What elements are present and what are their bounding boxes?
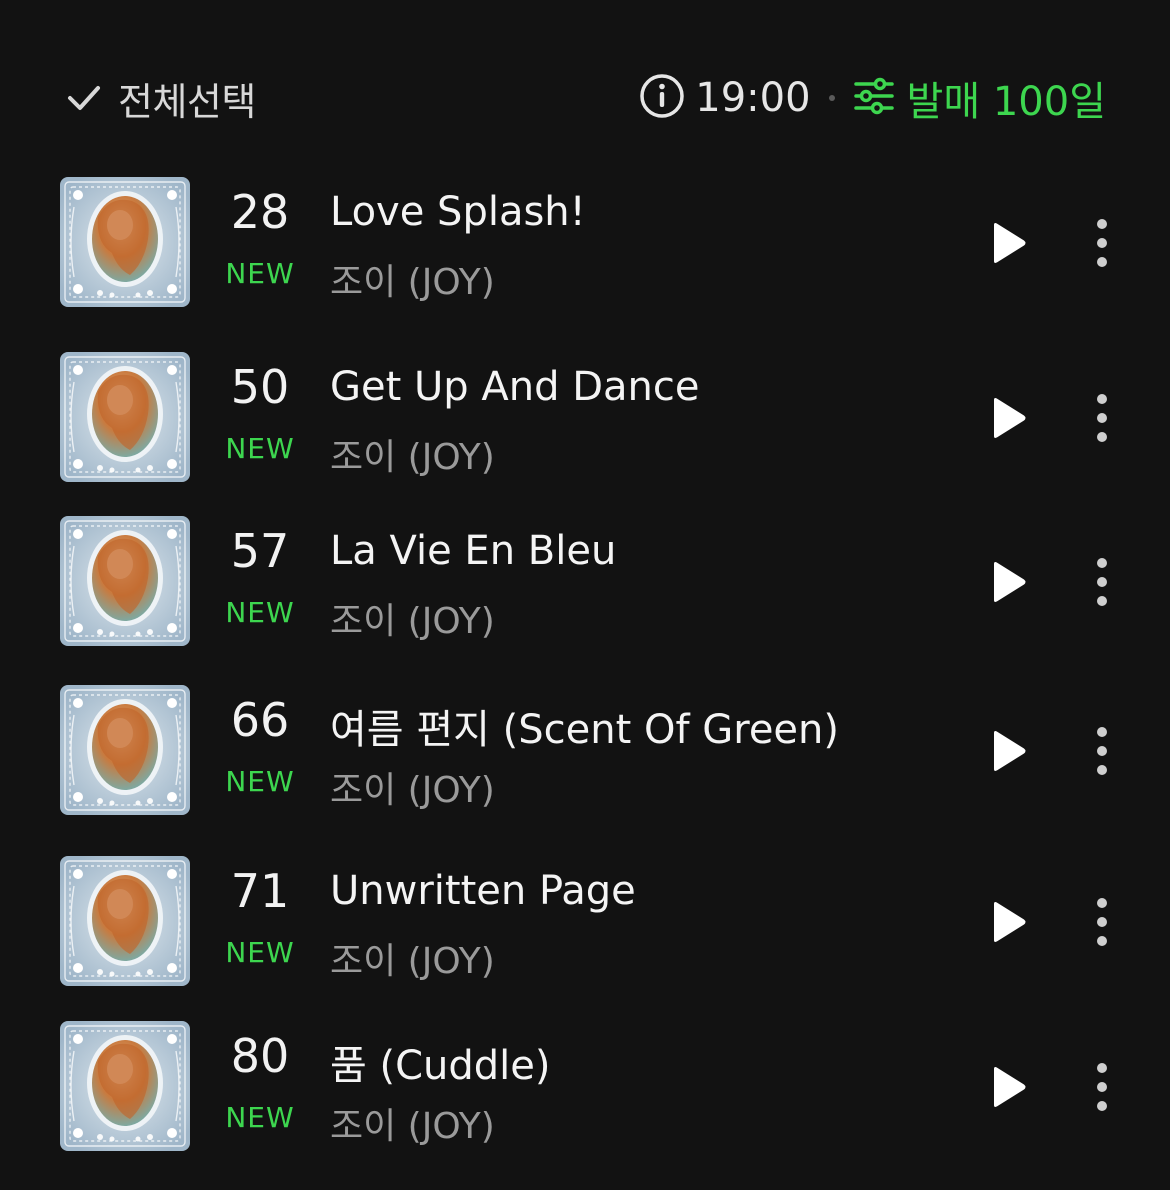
check-icon bbox=[64, 78, 104, 118]
album-cover[interactable] bbox=[60, 685, 190, 815]
more-options-button[interactable] bbox=[1078, 892, 1126, 956]
play-icon bbox=[988, 729, 1028, 777]
track-artist[interactable]: 조이 (JOY) bbox=[330, 592, 495, 644]
info-icon bbox=[639, 73, 685, 123]
track-title[interactable]: Get Up And Dance bbox=[330, 364, 699, 410]
album-cover[interactable] bbox=[60, 856, 190, 986]
new-badge: NEW bbox=[225, 432, 295, 465]
track-row[interactable]: 50 NEW Get Up And Dance 조이 (JOY) bbox=[0, 352, 1170, 502]
track-title[interactable]: Love Splash! bbox=[330, 189, 586, 235]
separator-dot bbox=[828, 95, 835, 101]
new-badge: NEW bbox=[225, 936, 295, 969]
more-vertical-icon bbox=[1095, 392, 1109, 448]
more-vertical-icon bbox=[1095, 725, 1109, 781]
more-vertical-icon bbox=[1095, 1061, 1109, 1117]
play-button[interactable] bbox=[980, 896, 1036, 952]
album-cover[interactable] bbox=[60, 177, 190, 307]
track-artist[interactable]: 조이 (JOY) bbox=[330, 253, 495, 305]
track-row[interactable]: 28 NEW Love Splash! 조이 (JOY) bbox=[0, 177, 1170, 327]
select-all-button[interactable]: 전체선택 bbox=[64, 58, 256, 138]
track-artist[interactable]: 조이 (JOY) bbox=[330, 932, 495, 984]
new-badge: NEW bbox=[225, 257, 295, 290]
right-tools: 19:00 발매 100일 bbox=[639, 58, 1106, 138]
more-options-button[interactable] bbox=[1078, 1057, 1126, 1121]
chart-update-time: 19:00 bbox=[695, 75, 811, 121]
track-row[interactable]: 71 NEW Unwritten Page 조이 (JOY) bbox=[0, 856, 1170, 1006]
track-rank: 57 bbox=[230, 524, 290, 578]
chart-info-button[interactable]: 19:00 bbox=[639, 73, 811, 123]
release-filter-button[interactable]: 발매 100일 bbox=[853, 69, 1106, 127]
play-button[interactable] bbox=[980, 725, 1036, 781]
play-icon bbox=[988, 396, 1028, 444]
track-artist[interactable]: 조이 (JOY) bbox=[330, 428, 495, 480]
track-title[interactable]: 여름 편지 (Scent Of Green) bbox=[330, 697, 839, 755]
more-options-button[interactable] bbox=[1078, 388, 1126, 452]
track-rank: 71 bbox=[230, 864, 290, 918]
track-rank: 80 bbox=[230, 1029, 290, 1083]
track-title[interactable]: Unwritten Page bbox=[330, 868, 636, 914]
album-cover[interactable] bbox=[60, 516, 190, 646]
more-options-button[interactable] bbox=[1078, 213, 1126, 277]
more-vertical-icon bbox=[1095, 217, 1109, 273]
track-artist[interactable]: 조이 (JOY) bbox=[330, 761, 495, 813]
play-icon bbox=[988, 900, 1028, 948]
play-button[interactable] bbox=[980, 1061, 1036, 1117]
more-options-button[interactable] bbox=[1078, 721, 1126, 785]
new-badge: NEW bbox=[225, 765, 295, 798]
play-button[interactable] bbox=[980, 392, 1036, 448]
album-cover[interactable] bbox=[60, 352, 190, 482]
select-all-label: 전체선택 bbox=[118, 79, 256, 124]
play-icon bbox=[988, 221, 1028, 269]
track-row[interactable]: 66 NEW 여름 편지 (Scent Of Green) 조이 (JOY) bbox=[0, 685, 1170, 835]
play-icon bbox=[988, 560, 1028, 608]
sliders-icon bbox=[853, 75, 895, 121]
track-title[interactable]: La Vie En Bleu bbox=[330, 528, 616, 574]
new-badge: NEW bbox=[225, 596, 295, 629]
play-icon bbox=[988, 1065, 1028, 1113]
more-options-button[interactable] bbox=[1078, 552, 1126, 616]
play-button[interactable] bbox=[980, 217, 1036, 273]
track-artist[interactable]: 조이 (JOY) bbox=[330, 1097, 495, 1149]
track-rank: 28 bbox=[230, 185, 290, 239]
track-rank: 66 bbox=[230, 693, 290, 747]
track-row[interactable]: 80 NEW 품 (Cuddle) 조이 (JOY) bbox=[0, 1021, 1170, 1171]
play-button[interactable] bbox=[980, 556, 1036, 612]
track-title[interactable]: 품 (Cuddle) bbox=[330, 1033, 551, 1091]
release-filter-label: 발매 100일 bbox=[906, 79, 1106, 125]
track-row[interactable]: 57 NEW La Vie En Bleu 조이 (JOY) bbox=[0, 516, 1170, 666]
album-cover[interactable] bbox=[60, 1021, 190, 1151]
more-vertical-icon bbox=[1095, 556, 1109, 612]
new-badge: NEW bbox=[225, 1101, 295, 1134]
more-vertical-icon bbox=[1095, 896, 1109, 952]
track-rank: 50 bbox=[230, 360, 290, 414]
chart-toolbar: 전체선택 19:00 발매 100일 bbox=[0, 58, 1170, 138]
